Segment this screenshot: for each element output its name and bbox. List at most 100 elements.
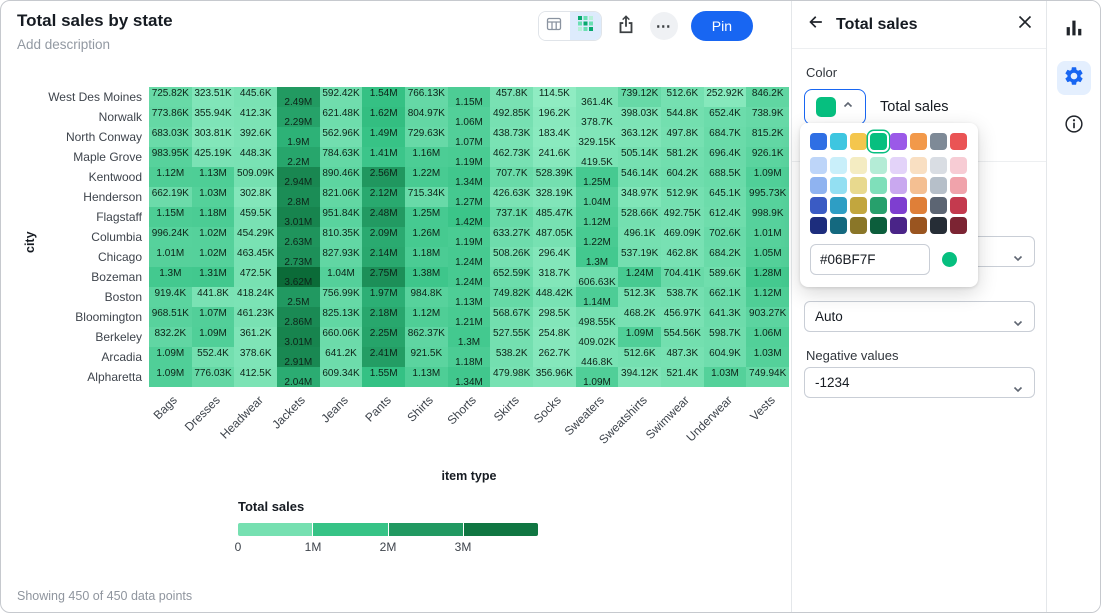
heatmap-cell[interactable]: 604.2K — [661, 167, 704, 187]
heatmap-cell[interactable]: 2.14M — [362, 247, 405, 267]
heatmap-cell[interactable]: 303.81K — [192, 127, 235, 147]
heatmap-cell[interactable]: 554.56K — [661, 327, 704, 347]
palette-swatch[interactable] — [910, 133, 927, 150]
palette-swatch[interactable] — [870, 133, 887, 150]
palette-swatch[interactable] — [950, 217, 967, 234]
heatmap-cell[interactable]: 462.8K — [661, 247, 704, 267]
heatmap-cell[interactable]: 3.01M — [277, 207, 320, 227]
heatmap-cell[interactable]: 463.45K — [234, 247, 277, 267]
heatmap-cell[interactable]: 1.54M — [362, 87, 405, 107]
heatmap-cell[interactable]: 652.4K — [704, 107, 747, 127]
heatmap-cell[interactable]: 378.7K — [576, 107, 619, 127]
heatmap-cell[interactable]: 487.3K — [661, 347, 704, 367]
heatmap-cell[interactable]: 1.22M — [576, 227, 619, 247]
heatmap-cell[interactable]: 1.24M — [448, 247, 491, 267]
heatmap-cell[interactable]: 2.09M — [362, 227, 405, 247]
heatmap-cell[interactable]: 662.19K — [149, 187, 192, 207]
heatmap-cell[interactable]: 1.09M — [618, 327, 661, 347]
heatmap-cell[interactable]: 1.12M — [405, 307, 448, 327]
palette-swatch[interactable] — [830, 177, 847, 194]
heatmap-cell[interactable]: 461.23K — [234, 307, 277, 327]
heatmap-cell[interactable]: 254.8K — [533, 327, 576, 347]
heatmap-cell[interactable]: 528.66K — [618, 207, 661, 227]
heatmap-cell[interactable]: 355.94K — [192, 107, 235, 127]
color-swatch-button[interactable] — [804, 89, 866, 125]
palette-swatch[interactable] — [850, 157, 867, 174]
heatmap-cell[interactable]: 361.4K — [576, 87, 619, 107]
heatmap-cell[interactable]: 1.38M — [405, 267, 448, 287]
heatmap-cell[interactable]: 568.67K — [490, 307, 533, 327]
heatmap-cell[interactable]: 846.2K — [746, 87, 789, 107]
heatmap-cell[interactable]: 425.19K — [192, 147, 235, 167]
palette-swatch[interactable] — [950, 157, 967, 174]
heatmap-cell[interactable]: 544.8K — [661, 107, 704, 127]
heatmap-cell[interactable]: 919.4K — [149, 287, 192, 307]
heatmap-cell[interactable]: 633.27K — [490, 227, 533, 247]
table-view-button[interactable] — [539, 12, 570, 40]
heatmap-cell[interactable]: 756.99K — [320, 287, 363, 307]
heatmap-cell[interactable]: 815.2K — [746, 127, 789, 147]
heatmap-cell[interactable]: 1.14M — [576, 287, 619, 307]
heatmap-cell[interactable]: 2.56M — [362, 167, 405, 187]
negative-values-dropdown[interactable]: -1234 — [804, 367, 1035, 398]
heatmap-cell[interactable]: 2.48M — [362, 207, 405, 227]
heatmap-cell[interactable]: 196.2K — [533, 107, 576, 127]
heatmap-cell[interactable]: 412.5K — [234, 367, 277, 387]
palette-swatch[interactable] — [870, 197, 887, 214]
palette-swatch[interactable] — [810, 177, 827, 194]
hex-input[interactable] — [810, 244, 930, 275]
heatmap-cell[interactable]: 1.12M — [746, 287, 789, 307]
heatmap-cell[interactable]: 1.13M — [192, 167, 235, 187]
heatmap-cell[interactable]: 749.94K — [746, 367, 789, 387]
palette-swatch[interactable] — [950, 177, 967, 194]
heatmap-cell[interactable]: 707.7K — [490, 167, 533, 187]
heatmap-cell[interactable]: 302.8K — [234, 187, 277, 207]
palette-swatch[interactable] — [890, 157, 907, 174]
heatmap-cell[interactable]: 998.9K — [746, 207, 789, 227]
heatmap-cell[interactable]: 776.03K — [192, 367, 235, 387]
heatmap-cell[interactable]: 604.9K — [704, 347, 747, 367]
heatmap-cell[interactable]: 645.1K — [704, 187, 747, 207]
heatmap-cell[interactable]: 438.73K — [490, 127, 533, 147]
heatmap-cell[interactable]: 1.34M — [448, 167, 491, 187]
heatmap-cell[interactable]: 329.15K — [576, 127, 619, 147]
heatmap-cell[interactable]: 363.12K — [618, 127, 661, 147]
heatmap-cell[interactable]: 469.09K — [661, 227, 704, 247]
heatmap-cell[interactable]: 688.5K — [704, 167, 747, 187]
heatmap-cell[interactable]: 696.4K — [704, 147, 747, 167]
heatmap-cell[interactable]: 512.9K — [661, 187, 704, 207]
heatmap-cell[interactable]: 1.25M — [405, 207, 448, 227]
heatmap-cell[interactable]: 537.19K — [618, 247, 661, 267]
heatmap-cell[interactable]: 2.94M — [277, 167, 320, 187]
heatmap-cell[interactable]: 662.1K — [704, 287, 747, 307]
heatmap-cell[interactable]: 1.3M — [448, 327, 491, 347]
heatmap-cell[interactable]: 729.63K — [405, 127, 448, 147]
heatmap-cell[interactable]: 183.4K — [533, 127, 576, 147]
heatmap-cell[interactable]: 2.18M — [362, 307, 405, 327]
heatmap-cell[interactable]: 527.55K — [490, 327, 533, 347]
palette-swatch[interactable] — [810, 217, 827, 234]
format-dropdown[interactable]: Auto — [804, 301, 1035, 332]
heatmap-cell[interactable]: 702.6K — [704, 227, 747, 247]
chart-type-button[interactable] — [1057, 13, 1091, 47]
heatmap-cell[interactable]: 348.97K — [618, 187, 661, 207]
heatmap-cell[interactable]: 457.8K — [490, 87, 533, 107]
heatmap-cell[interactable]: 784.63K — [320, 147, 363, 167]
heatmap-cell[interactable]: 1.22M — [405, 167, 448, 187]
palette-swatch[interactable] — [910, 157, 927, 174]
heatmap-cell[interactable]: 508.26K — [490, 247, 533, 267]
heatmap-cell[interactable]: 392.6K — [234, 127, 277, 147]
heatmap-cell[interactable]: 412.3K — [234, 107, 277, 127]
heatmap-cell[interactable]: 1.18M — [448, 347, 491, 367]
heatmap-cell[interactable]: 1.3M — [576, 247, 619, 267]
heatmap-cell[interactable]: 996.24K — [149, 227, 192, 247]
heatmap-cell[interactable]: 2.12M — [362, 187, 405, 207]
heatmap-cell[interactable]: 419.5K — [576, 147, 619, 167]
heatmap-cell[interactable]: 2.63M — [277, 227, 320, 247]
heatmap-cell[interactable]: 487.05K — [533, 227, 576, 247]
heatmap-cell[interactable]: 1.03M — [704, 367, 747, 387]
heatmap-cell[interactable]: 821.06K — [320, 187, 363, 207]
heatmap-cell[interactable]: 1.07M — [448, 127, 491, 147]
back-button[interactable] — [806, 12, 826, 37]
palette-swatch[interactable] — [930, 217, 947, 234]
